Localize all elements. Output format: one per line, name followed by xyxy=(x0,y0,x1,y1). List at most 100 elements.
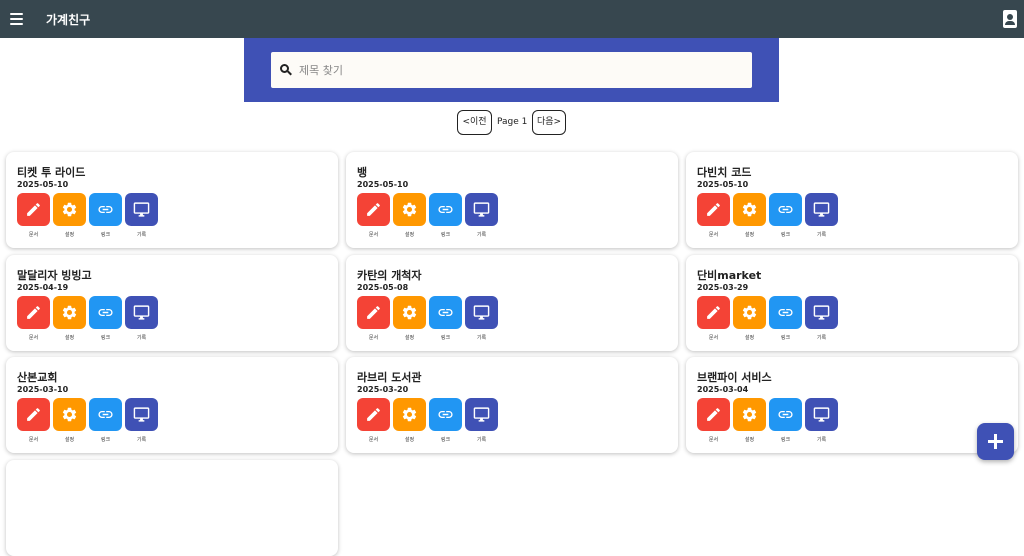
doc-label: 문서 xyxy=(368,437,379,443)
search-input[interactable] xyxy=(299,58,739,82)
card-title: 티켓 투 라이드 xyxy=(17,166,86,179)
card[interactable]: 다빈치 코드 2025-05-10 문서 설정 링크 기록 xyxy=(686,152,1018,248)
settings-button[interactable] xyxy=(733,398,766,431)
record-label: 기록 xyxy=(476,437,487,443)
card-date: 2025-04-19 xyxy=(17,283,69,292)
record-button[interactable] xyxy=(125,398,158,431)
card[interactable]: 라브리 도서관 2025-03-20 문서 설정 링크 기록 xyxy=(346,357,678,453)
card[interactable]: 뱅 2025-05-10 문서 설정 링크 기록 xyxy=(346,152,678,248)
link-button[interactable] xyxy=(429,193,462,226)
settings-label: 설정 xyxy=(64,437,75,443)
record-button[interactable] xyxy=(465,193,498,226)
doc-button[interactable] xyxy=(17,398,50,431)
record-label: 기록 xyxy=(816,232,827,238)
link-button[interactable] xyxy=(89,296,122,329)
card-date: 2025-05-08 xyxy=(357,283,409,292)
settings-button[interactable] xyxy=(53,193,86,226)
link-label: 링크 xyxy=(440,232,451,238)
link-button[interactable] xyxy=(429,398,462,431)
card-title: 카탄의 개척자 xyxy=(357,269,422,282)
record-label: 기록 xyxy=(476,335,487,341)
doc-button[interactable] xyxy=(697,193,730,226)
settings-label: 설정 xyxy=(744,232,755,238)
record-button[interactable] xyxy=(805,193,838,226)
card[interactable]: 단비market 2025-03-29 문서 설정 링크 기록 xyxy=(686,255,1018,351)
record-label: 기록 xyxy=(136,232,147,238)
link-label: 링크 xyxy=(100,335,111,341)
doc-button[interactable] xyxy=(17,296,50,329)
record-label: 기록 xyxy=(476,232,487,238)
card[interactable]: 산본교회 2025-03-10 문서 설정 링크 기록 xyxy=(6,357,338,453)
card-date: 2025-03-20 xyxy=(357,385,409,394)
card[interactable]: 티켓 투 라이드 2025-05-10 문서 설정 링크 기록 xyxy=(6,152,338,248)
doc-label: 문서 xyxy=(368,335,379,341)
search-icon xyxy=(280,64,292,76)
card-date: 2025-03-10 xyxy=(17,385,69,394)
settings-button[interactable] xyxy=(393,398,426,431)
link-label: 링크 xyxy=(440,335,451,341)
doc-label: 문서 xyxy=(708,437,719,443)
search-panel xyxy=(244,38,779,102)
settings-button[interactable] xyxy=(393,193,426,226)
card-title: 다빈치 코드 xyxy=(697,166,752,179)
record-label: 기록 xyxy=(136,437,147,443)
settings-label: 설정 xyxy=(744,437,755,443)
contacts-icon[interactable] xyxy=(1003,10,1017,28)
doc-button[interactable] xyxy=(17,193,50,226)
add-fab[interactable] xyxy=(977,423,1014,460)
link-button[interactable] xyxy=(769,296,802,329)
record-button[interactable] xyxy=(805,296,838,329)
next-page-button[interactable]: 다음> xyxy=(532,110,566,135)
card-title: 말달리자 빙빙고 xyxy=(17,269,92,282)
record-button[interactable] xyxy=(465,296,498,329)
card-date: 2025-05-10 xyxy=(357,180,409,189)
settings-button[interactable] xyxy=(53,398,86,431)
card-date: 2025-03-04 xyxy=(697,385,749,394)
doc-button[interactable] xyxy=(357,296,390,329)
menu-icon[interactable] xyxy=(8,9,28,29)
app-title: 가계친구 xyxy=(46,13,91,27)
record-button[interactable] xyxy=(805,398,838,431)
card-title: 라브리 도서관 xyxy=(357,371,422,384)
record-button[interactable] xyxy=(125,193,158,226)
settings-label: 설정 xyxy=(404,335,415,341)
settings-label: 설정 xyxy=(744,335,755,341)
page-indicator: Page 1 xyxy=(497,117,528,127)
doc-button[interactable] xyxy=(697,296,730,329)
prev-page-button[interactable]: <이전 xyxy=(457,110,492,135)
card-date: 2025-03-29 xyxy=(697,283,749,292)
doc-button[interactable] xyxy=(357,398,390,431)
link-button[interactable] xyxy=(769,193,802,226)
card-title: 단비market xyxy=(697,269,762,282)
settings-button[interactable] xyxy=(53,296,86,329)
card-title: 뱅 xyxy=(357,166,368,179)
link-button[interactable] xyxy=(89,193,122,226)
settings-label: 설정 xyxy=(404,437,415,443)
doc-button[interactable] xyxy=(697,398,730,431)
settings-label: 설정 xyxy=(64,335,75,341)
card[interactable]: 브랜파이 서비스 2025-03-04 문서 설정 링크 기록 xyxy=(686,357,1018,453)
link-button[interactable] xyxy=(769,398,802,431)
record-button[interactable] xyxy=(125,296,158,329)
card[interactable]: 카탄의 개척자 2025-05-08 문서 설정 링크 기록 xyxy=(346,255,678,351)
link-label: 링크 xyxy=(100,232,111,238)
card-date: 2025-05-10 xyxy=(17,180,69,189)
link-button[interactable] xyxy=(89,398,122,431)
card-partial[interactable] xyxy=(6,460,338,556)
record-label: 기록 xyxy=(136,335,147,341)
card[interactable]: 말달리자 빙빙고 2025-04-19 문서 설정 링크 기록 xyxy=(6,255,338,351)
doc-label: 문서 xyxy=(28,335,39,341)
link-label: 링크 xyxy=(780,437,791,443)
record-button[interactable] xyxy=(465,398,498,431)
link-button[interactable] xyxy=(429,296,462,329)
doc-label: 문서 xyxy=(708,232,719,238)
settings-button[interactable] xyxy=(393,296,426,329)
settings-button[interactable] xyxy=(733,296,766,329)
card-title: 브랜파이 서비스 xyxy=(697,371,772,384)
card-title: 산본교회 xyxy=(17,371,58,384)
settings-button[interactable] xyxy=(733,193,766,226)
record-label: 기록 xyxy=(816,437,827,443)
link-label: 링크 xyxy=(440,437,451,443)
doc-button[interactable] xyxy=(357,193,390,226)
settings-label: 설정 xyxy=(64,232,75,238)
